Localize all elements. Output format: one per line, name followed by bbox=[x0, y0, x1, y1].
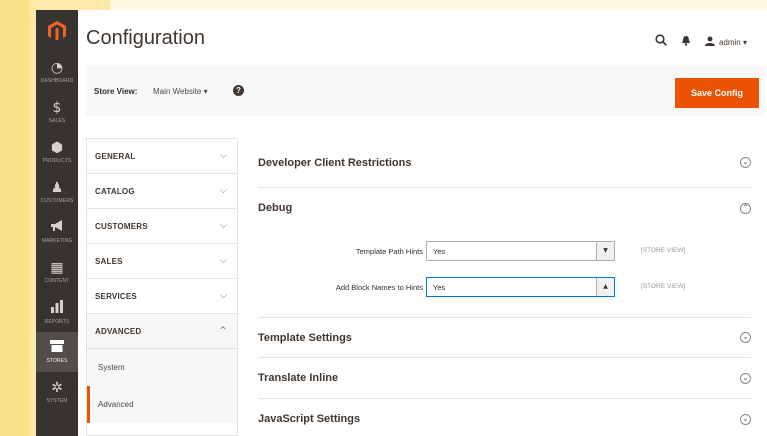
content-icon: ▦ bbox=[50, 259, 64, 276]
nav-label: STORES bbox=[46, 358, 68, 364]
chevron-down-icon: ⌵ bbox=[219, 221, 227, 231]
add-block-names-select[interactable]: Yes ▲ bbox=[426, 277, 615, 297]
page-backdrop-accent bbox=[0, 0, 30, 436]
store-icon bbox=[50, 340, 64, 355]
caret-down-icon: ▼ bbox=[596, 242, 614, 260]
nav-label: SYSTEM bbox=[46, 397, 68, 404]
collapse-icon[interactable]: ⌃ bbox=[740, 202, 751, 214]
expand-icon[interactable]: ⌄ bbox=[740, 157, 751, 168]
nav-dashboard[interactable]: ◔ DASHBOARD bbox=[36, 52, 78, 92]
tab-services[interactable]: SERVICES ⌵ bbox=[87, 279, 237, 314]
section-translate-inline[interactable]: Translate Inline ⌄ bbox=[258, 358, 751, 399]
nav-label: MARKETING bbox=[41, 238, 73, 244]
nav-reports[interactable]: REPORTS bbox=[36, 292, 78, 332]
nav-system[interactable]: ✲ SYSTEM bbox=[36, 372, 78, 412]
chevron-down-icon: ⌵ bbox=[219, 256, 227, 266]
section-javascript-settings[interactable]: JavaScript Settings ⌄ bbox=[258, 399, 751, 436]
tab-label: ADVANCED bbox=[95, 326, 142, 336]
field-add-block-names: Add Block Names to Hints Yes ▲ [STORE VI… bbox=[258, 274, 751, 304]
chevron-up-icon: ^ bbox=[219, 326, 227, 336]
bell-icon[interactable] bbox=[681, 35, 691, 50]
tab-sales[interactable]: SALES ⌵ bbox=[87, 244, 237, 279]
section-title: Debug bbox=[258, 202, 293, 214]
caret-down-icon: ▾ bbox=[203, 87, 208, 96]
scope-label: [STORE VIEW] bbox=[641, 283, 686, 290]
tab-label: SERVICES bbox=[95, 291, 137, 301]
nav-products[interactable]: ⬢ PRODUCTS bbox=[36, 132, 78, 172]
config-sections: Developer Client Restrictions ⌄ Debug ⌃ … bbox=[258, 138, 751, 436]
nav-label: CONTENT bbox=[44, 277, 70, 284]
admin-sidebar: ◔ DASHBOARD $ SALES ⬢ PRODUCTS ♟ CUSTOME… bbox=[36, 10, 78, 436]
store-view-value: Main Website bbox=[153, 87, 202, 96]
caret-up-icon: ▲ bbox=[596, 278, 614, 296]
chevron-down-icon: ⌵ bbox=[219, 291, 227, 301]
admin-user-menu[interactable]: admin ▾ bbox=[704, 36, 747, 48]
select-value: Yes bbox=[433, 247, 446, 256]
expand-icon[interactable]: ⌄ bbox=[740, 372, 751, 384]
tab-customers[interactable]: CUSTOMERS ⌵ bbox=[87, 209, 237, 244]
tab-label: CUSTOMERS bbox=[95, 221, 148, 231]
admin-username: admin ▾ bbox=[718, 37, 747, 47]
nav-customers[interactable]: ♟ CUSTOMERS bbox=[36, 172, 78, 212]
subtab-system[interactable]: System bbox=[87, 349, 237, 386]
store-view-bar: Store View: Main Website ▾ ? Save Config bbox=[86, 66, 765, 116]
store-view-label: Store View: bbox=[94, 87, 138, 96]
main-content: Configuration admin ▾ Store View: Main W… bbox=[78, 10, 767, 436]
store-view-switcher[interactable]: Main Website ▾ bbox=[153, 87, 208, 96]
magento-logo-icon[interactable] bbox=[36, 10, 78, 52]
help-icon[interactable]: ? bbox=[233, 85, 244, 96]
section-title: Template Settings bbox=[258, 331, 352, 344]
tab-label: SALES bbox=[95, 256, 123, 266]
nav-marketing[interactable]: MARKETING bbox=[36, 212, 78, 252]
section-title: Translate Inline bbox=[258, 372, 339, 384]
tab-advanced[interactable]: ADVANCED ^ bbox=[87, 314, 237, 349]
tab-general[interactable]: GENERAL ⌵ bbox=[87, 139, 237, 174]
person-icon: ♟ bbox=[50, 179, 64, 196]
select-value: Yes bbox=[433, 283, 446, 292]
bar-chart-icon bbox=[50, 299, 64, 316]
field-label: Template Path Hints bbox=[355, 247, 423, 256]
megaphone-icon bbox=[50, 220, 64, 235]
nav-label: REPORTS bbox=[44, 319, 70, 325]
dashboard-icon: ◔ bbox=[50, 59, 64, 76]
field-template-path-hints: Template Path Hints Yes ▼ [STORE VIEW] bbox=[258, 238, 751, 268]
nav-label: CUSTOMERS bbox=[40, 197, 74, 204]
user-icon bbox=[704, 36, 715, 48]
subtab-advanced[interactable]: Advanced bbox=[87, 386, 237, 423]
expand-icon[interactable]: ⌄ bbox=[740, 413, 751, 425]
tab-catalog[interactable]: CATALOG ⌵ bbox=[87, 174, 237, 209]
section-debug: Debug ⌃ Template Path Hints Yes ▼ [STORE… bbox=[258, 188, 751, 318]
box-icon: ⬢ bbox=[50, 139, 64, 156]
nav-content[interactable]: ▦ CONTENT bbox=[36, 252, 78, 292]
nav-label: PRODUCTS bbox=[42, 157, 72, 164]
nav-label: SALES bbox=[48, 117, 66, 124]
config-tabs: GENERAL ⌵ CATALOG ⌵ CUSTOMERS ⌵ SALES ⌵ … bbox=[86, 138, 238, 436]
template-path-hints-select[interactable]: Yes ▼ bbox=[426, 241, 615, 261]
nav-label: DASHBOARD bbox=[40, 77, 74, 84]
section-template-settings[interactable]: Template Settings ⌄ bbox=[258, 318, 751, 358]
search-icon[interactable] bbox=[655, 34, 667, 50]
tab-label: CATALOG bbox=[95, 186, 135, 196]
field-label: Add Block Names to Hints bbox=[335, 283, 423, 292]
scope-label: [STORE VIEW] bbox=[641, 247, 686, 254]
dollar-icon: $ bbox=[52, 99, 62, 116]
page-title: Configuration bbox=[86, 27, 205, 49]
section-developer-client-restrictions[interactable]: Developer Client Restrictions ⌄ bbox=[258, 138, 751, 188]
chevron-down-icon: ⌵ bbox=[219, 186, 227, 196]
gear-icon: ✲ bbox=[51, 379, 63, 396]
expand-icon[interactable]: ⌄ bbox=[740, 332, 751, 343]
chevron-down-icon: ⌵ bbox=[219, 151, 227, 161]
header-actions: admin ▾ bbox=[655, 34, 747, 50]
section-title: Developer Client Restrictions bbox=[258, 156, 412, 169]
section-debug-header[interactable]: Debug ⌃ bbox=[258, 188, 751, 228]
section-title: JavaScript Settings bbox=[258, 413, 361, 425]
nav-stores[interactable]: STORES bbox=[36, 332, 78, 372]
save-config-button[interactable]: Save Config bbox=[675, 78, 759, 108]
tab-label: GENERAL bbox=[95, 151, 136, 161]
nav-sales[interactable]: $ SALES bbox=[36, 92, 78, 132]
